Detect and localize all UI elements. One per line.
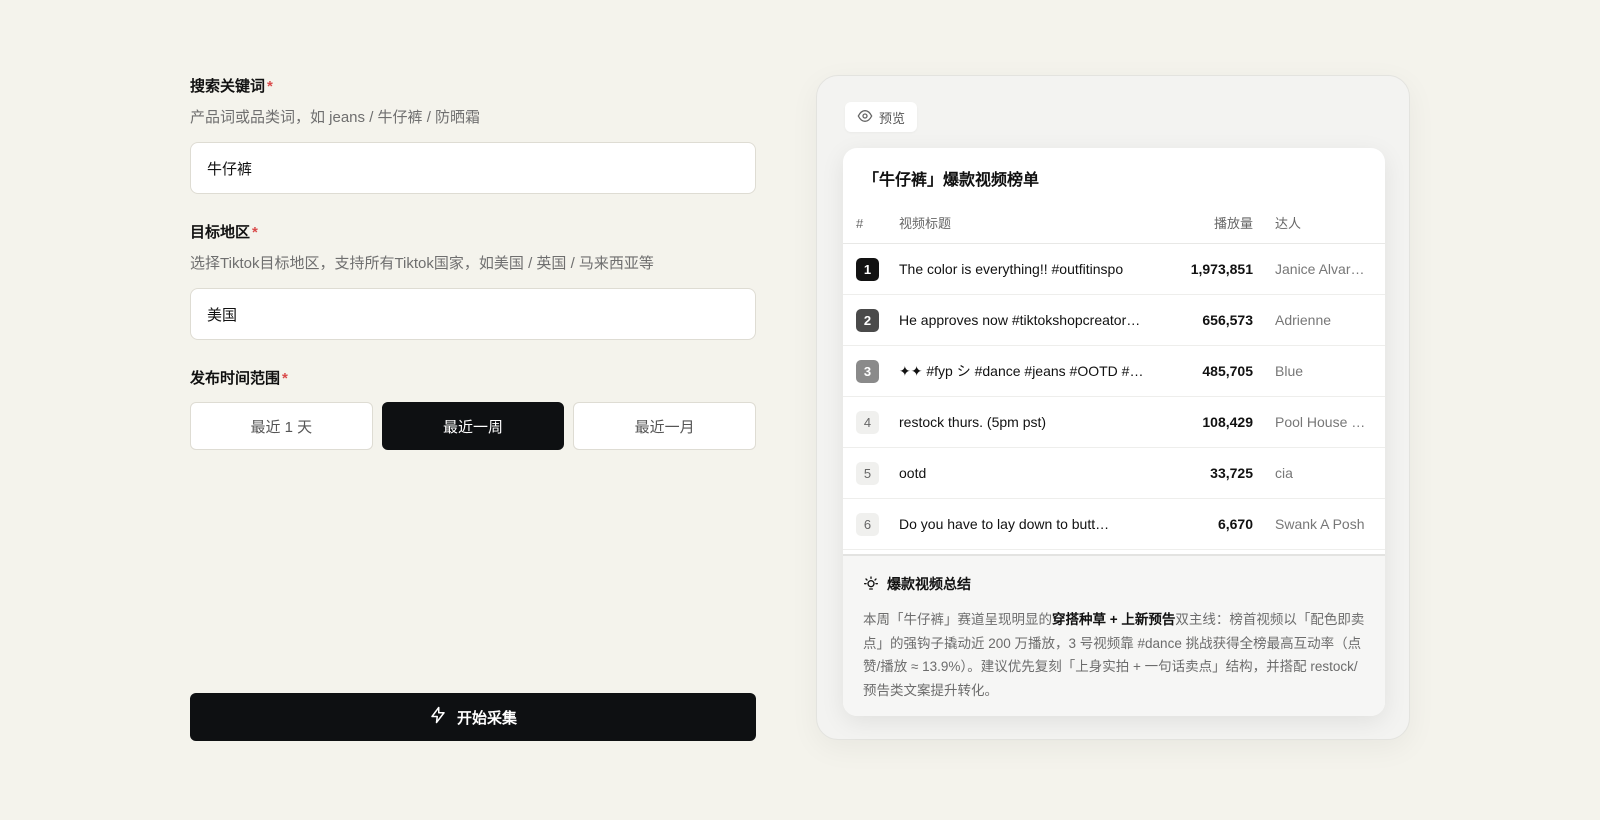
eye-icon xyxy=(857,108,873,127)
play-count: 485,705 xyxy=(1202,363,1253,379)
preview-panel: 预览 「牛仔裤」爆款视频榜单 # 视频标题 播放量 达人 1 The color… xyxy=(816,75,1410,740)
summary-text: 本周「牛仔裤」赛道呈现明显的穿搭种草 + 上新预告双主线：榜首视频以「配色即卖点… xyxy=(863,612,1365,698)
video-title: He approves now #tiktokshopcreator… xyxy=(899,312,1141,328)
play-count: 33,725 xyxy=(1210,465,1253,481)
rank-badge: 6 xyxy=(856,513,879,536)
table-row[interactable]: 3 ✦✦ #fyp シ #dance #jeans #OOTD #… 485,7… xyxy=(843,346,1385,397)
required-mark: * xyxy=(267,78,273,95)
summary-title: 爆款视频总结 xyxy=(887,576,971,592)
creator-name: Blue xyxy=(1275,363,1304,379)
time-range-option-1-month[interactable]: 最近一月 xyxy=(573,402,757,450)
required-mark: * xyxy=(252,224,258,241)
video-title: ✦✦ #fyp シ #dance #jeans #OOTD #… xyxy=(899,363,1144,379)
creator-name: Swank A Posh xyxy=(1275,516,1365,532)
video-title: The color is everything!! #outfitinspo xyxy=(899,261,1124,277)
play-count: 1,973,851 xyxy=(1190,261,1253,277)
keyword-input[interactable] xyxy=(190,142,756,194)
table-header: # 视频标题 播放量 达人 xyxy=(843,204,1385,244)
table-row[interactable]: 6 Do you have to lay down to butt… 6,670… xyxy=(843,499,1385,550)
rank-badge: 5 xyxy=(856,462,879,485)
start-collect-button[interactable]: 开始采集 xyxy=(190,693,756,741)
lightning-icon xyxy=(429,706,447,728)
ranking-title: 「牛仔裤」爆款视频榜单 xyxy=(863,172,1040,189)
column-header-rank: # xyxy=(856,216,864,231)
creator-name: Adrienne xyxy=(1275,312,1332,328)
time-range-label: 发布时间范围 * xyxy=(190,370,288,387)
time-range-group: 发布时间范围 * 最近 1 天 最近一周 最近一月 xyxy=(190,368,757,450)
keyword-group: 搜索关键词 * 产品词或品类词，如 jeans / 牛仔裤 / 防晒霜 xyxy=(190,76,756,194)
column-header-creator: 达人 xyxy=(1275,216,1302,231)
start-collect-label: 开始采集 xyxy=(456,709,517,727)
summary-highlight: 穿搭种草 + 上新预告 xyxy=(1052,612,1176,627)
ranking-card: 「牛仔裤」爆款视频榜单 # 视频标题 播放量 达人 1 The color is… xyxy=(843,148,1385,716)
video-title: restock thurs. (5pm pst) xyxy=(899,414,1047,430)
lightbulb-icon xyxy=(863,575,879,594)
time-range-option-1-day[interactable]: 最近 1 天 xyxy=(190,402,373,450)
table-row[interactable]: 4 restock thurs. (5pm pst) 108,429 Pool … xyxy=(843,397,1385,448)
rank-badge: 1 xyxy=(856,258,879,281)
play-count: 108,429 xyxy=(1202,414,1253,430)
creator-name: cia xyxy=(1275,465,1293,481)
time-range-option-1-week[interactable]: 最近一周 xyxy=(381,402,565,450)
region-input[interactable] xyxy=(190,288,756,340)
column-header-title: 视频标题 xyxy=(899,216,952,231)
region-group: 目标地区 * 选择Tiktok目标地区，支持所有Tiktok国家，如美国 / 英国… xyxy=(190,222,756,340)
collection-form: 搜索关键词* 产品词或品类词，如 jeans / 牛仔裤 / 防晒霜 目标地区*… xyxy=(190,76,757,478)
video-title: ootd xyxy=(899,465,927,481)
keyword-hint: 产品词或品类词，如 jeans / 牛仔裤 / 防晒霜 xyxy=(190,109,481,126)
play-count: 656,573 xyxy=(1202,312,1253,328)
summary-header: 爆款视频总结 xyxy=(863,574,1365,594)
rank-badge: 2 xyxy=(856,309,879,332)
required-mark: * xyxy=(282,370,288,387)
play-count: 6,670 xyxy=(1217,516,1253,532)
creator-name: Janice Alvar… xyxy=(1275,261,1365,277)
region-hint: 选择Tiktok目标地区，支持所有Tiktok国家，如美国 / 英国 / 马来西… xyxy=(190,255,654,272)
region-label: 目标地区 * xyxy=(190,224,258,241)
creator-name: Pool House … xyxy=(1275,414,1366,430)
table-row[interactable]: 2 He approves now #tiktokshopcreator… 65… xyxy=(843,295,1385,346)
column-header-plays: 播放量 xyxy=(1213,216,1253,231)
preview-tag-label: 预览 xyxy=(879,110,906,126)
summary-section: 爆款视频总结 本周「牛仔裤」赛道呈现明显的穿搭种草 + 上新预告双主线：榜首视频… xyxy=(843,554,1385,716)
rank-badge: 4 xyxy=(856,411,879,434)
preview-tag: 预览 xyxy=(845,102,918,132)
table-row[interactable]: 5 ootd 33,725 cia xyxy=(843,448,1385,499)
keyword-label: 搜索关键词 * xyxy=(190,78,273,95)
rank-badge: 3 xyxy=(856,360,879,383)
table-row[interactable]: 1 The color is everything!! #outfitinspo… xyxy=(843,244,1385,295)
time-range-selector: 最近 1 天 最近一周 最近一月 xyxy=(190,402,757,450)
video-title: Do you have to lay down to butt… xyxy=(899,516,1110,532)
